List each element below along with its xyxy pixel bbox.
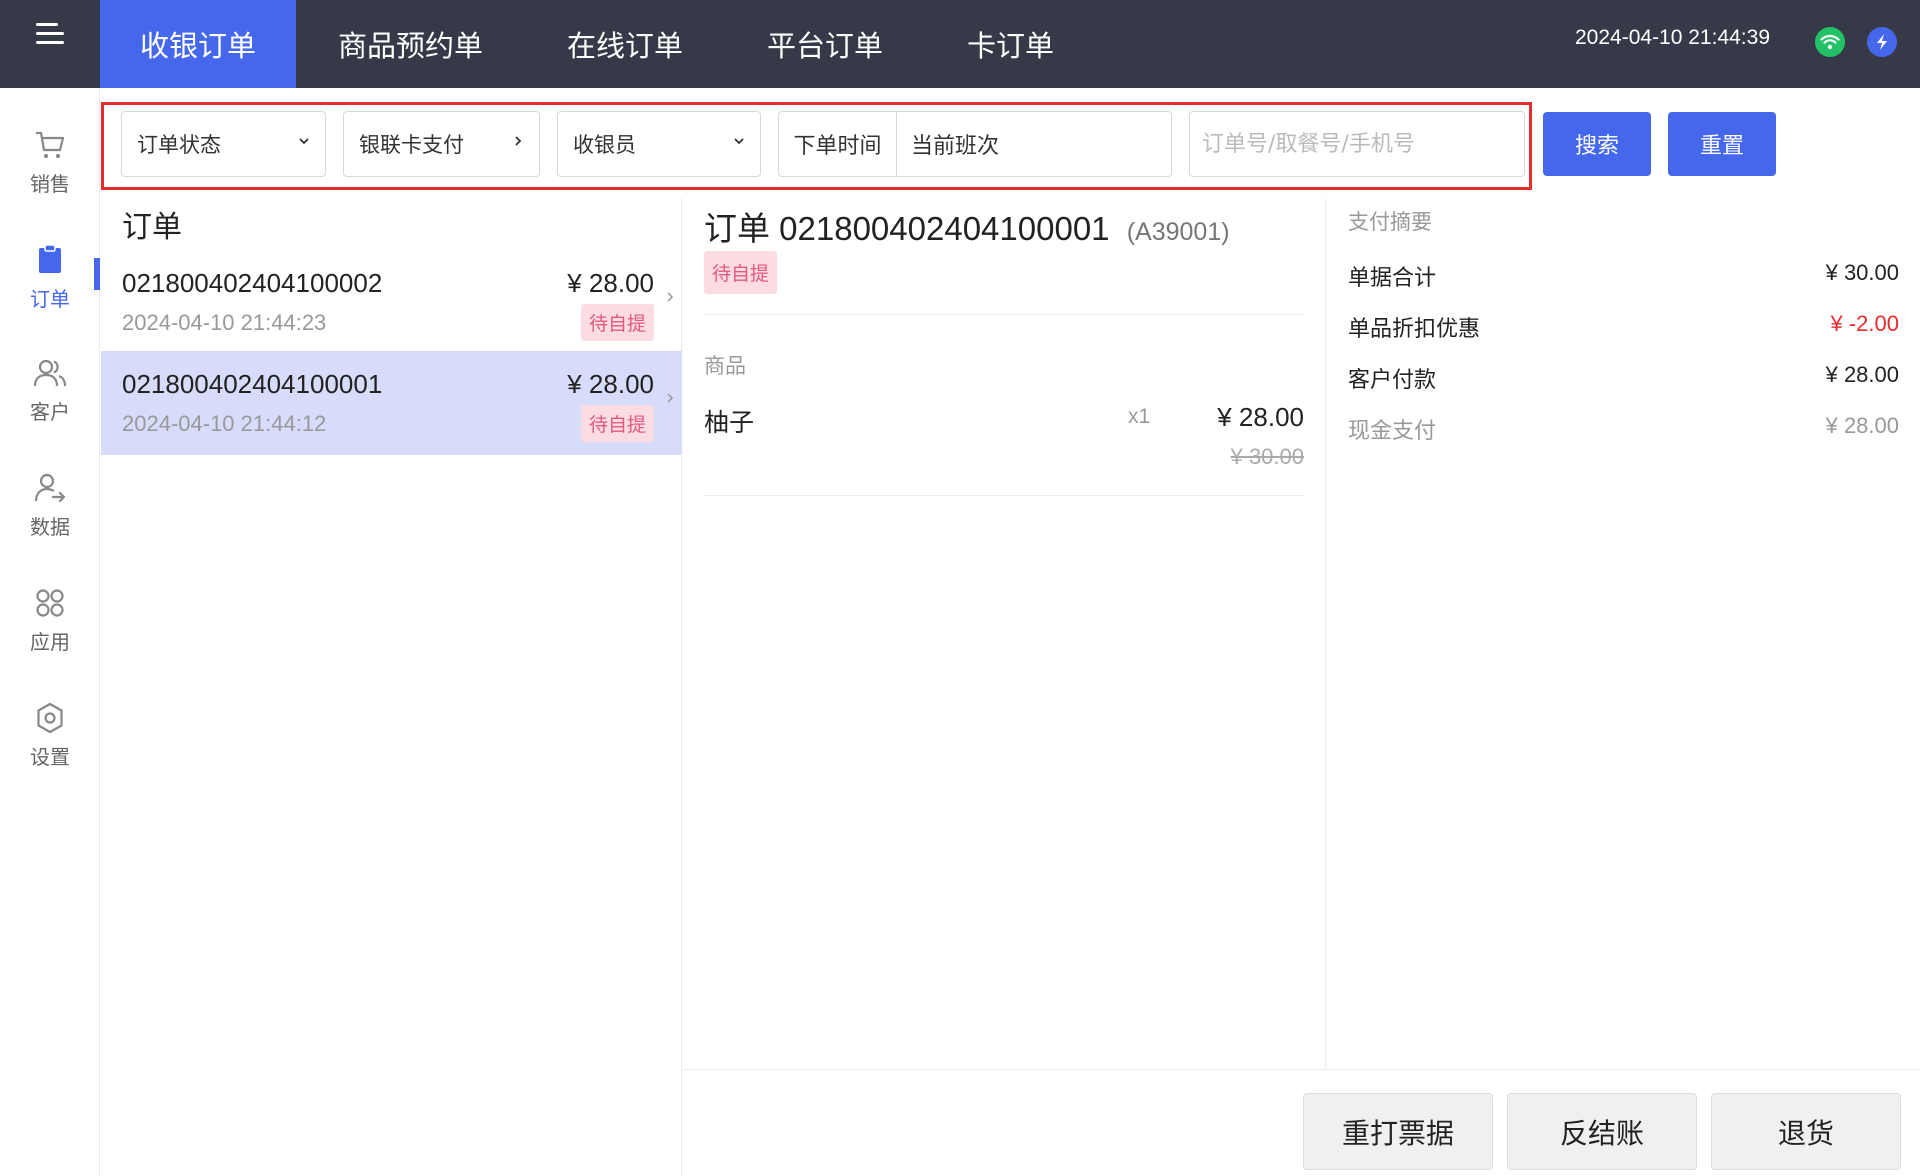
summary-value: ¥ 28.00 <box>1825 413 1899 438</box>
user-arrow-icon <box>34 473 66 503</box>
chevron-right-icon <box>667 393 674 403</box>
sync-icon[interactable] <box>1867 27 1897 57</box>
order-status-select[interactable]: 订单状态 <box>121 111 326 177</box>
order-list-item-selected[interactable]: 021800402404100001 2024-04-10 21:44:12 ¥… <box>101 351 682 455</box>
actions-divider <box>683 1069 1920 1070</box>
summary-title: 支付摘要 <box>1348 210 1432 234</box>
summary-label: 单据合计 <box>1348 266 1437 291</box>
sidebar-item-data[interactable]: 数据 <box>0 471 100 561</box>
detail-order-number: 021800402404100001 <box>779 210 1110 247</box>
current-datetime: 2024-04-10 21:44:39 <box>1575 26 1770 49</box>
order-time: 2024-04-10 21:44:23 <box>122 310 327 335</box>
users-icon <box>33 359 67 387</box>
search-button[interactable]: 搜索 <box>1543 112 1651 176</box>
divider <box>704 495 1305 496</box>
payment-method-label: 银联卡支付 <box>359 133 464 157</box>
reverse-checkout-button[interactable]: 反结账 <box>1507 1093 1697 1170</box>
order-list-panel: 订单 021800402404100002 2024-04-10 21:44:2… <box>101 198 682 1176</box>
order-list-title: 订单 <box>122 210 182 245</box>
sidebar-item-label: 客户 <box>30 400 70 424</box>
chevron-down-icon <box>299 138 309 145</box>
summary-value: ¥ 30.00 <box>1825 260 1899 285</box>
summary-value: ¥ -2.00 <box>1830 311 1900 336</box>
detail-status-badge: 待自提 <box>704 251 778 294</box>
status-badge: 待自提 <box>580 405 654 442</box>
sidebar-item-label: 设置 <box>30 745 70 769</box>
order-time-value: 当前班次 <box>911 134 1000 159</box>
chevron-right-icon <box>667 292 674 302</box>
top-bar: 收银订单 商品预约单 在线订单 平台订单 卡订单 2024-04-10 21:4… <box>0 0 1920 88</box>
tab-platform-orders[interactable]: 平台订单 <box>725 0 925 88</box>
cashier-label: 收银员 <box>573 133 636 157</box>
order-detail-panel: 订单 021800402404100001 (A39001) 待自提 商品 柚子… <box>683 198 1326 1068</box>
order-status-label: 订单状态 <box>137 133 221 157</box>
sidebar-item-sales[interactable]: 销售 <box>0 128 100 218</box>
order-amount: ¥ 28.00 <box>567 268 654 298</box>
sidebar: 销售 订单 客户 数据 应用 设置 <box>0 88 100 1176</box>
goods-item-qty: x1 <box>1128 405 1151 428</box>
order-time: 2024-04-10 21:44:12 <box>122 411 327 436</box>
reset-button[interactable]: 重置 <box>1668 112 1776 176</box>
gear-icon <box>37 702 63 734</box>
goods-section-label: 商品 <box>704 354 746 378</box>
wifi-icon <box>1815 27 1845 57</box>
sidebar-item-orders[interactable]: 订单 <box>0 243 100 333</box>
summary-label: 现金支付 <box>1348 419 1437 444</box>
order-time-select[interactable]: 下单时间 当前班次 <box>778 111 1172 177</box>
sidebar-item-label: 应用 <box>30 630 70 654</box>
goods-item-name: 柚子 <box>704 408 755 437</box>
payment-method-select[interactable]: 银联卡支付 <box>343 111 540 177</box>
summary-row-total: 单据合计 ¥ 30.00 <box>1348 260 1899 291</box>
tab-reservation-orders[interactable]: 商品预约单 <box>296 0 525 88</box>
order-amount: ¥ 28.00 <box>567 369 654 399</box>
sidebar-item-label: 订单 <box>30 287 70 311</box>
summary-row-customer-paid: 客户付款 ¥ 28.00 <box>1348 362 1899 393</box>
order-number: 021800402404100001 <box>122 369 383 399</box>
reprint-receipt-button[interactable]: 重打票据 <box>1303 1093 1493 1170</box>
menu-button[interactable] <box>0 0 100 88</box>
order-number: 021800402404100002 <box>122 268 383 298</box>
sidebar-item-customers[interactable]: 客户 <box>0 356 100 446</box>
order-list-item[interactable]: 021800402404100002 2024-04-10 21:44:23 ¥… <box>101 250 682 354</box>
chevron-down-icon <box>734 138 744 145</box>
chevron-right-icon <box>515 136 522 146</box>
detail-title: 订单 021800402404100001 (A39001) <box>704 202 1230 250</box>
tab-online-orders[interactable]: 在线订单 <box>525 0 725 88</box>
goods-item-price: ¥ 28.00 <box>1217 402 1304 432</box>
payment-summary-panel: 支付摘要 单据合计 ¥ 30.00 单品折扣优惠 ¥ -2.00 客户付款 ¥ … <box>1327 198 1920 1068</box>
sidebar-item-label: 销售 <box>30 172 70 196</box>
tab-cashier-orders[interactable]: 收银订单 <box>100 0 296 88</box>
apps-icon <box>36 589 64 617</box>
summary-row-discount: 单品折扣优惠 ¥ -2.00 <box>1348 311 1900 342</box>
detail-title-prefix: 订单 <box>704 210 770 247</box>
summary-label: 客户付款 <box>1348 368 1437 393</box>
refund-button[interactable]: 退货 <box>1711 1093 1901 1170</box>
summary-value: ¥ 28.00 <box>1825 362 1899 387</box>
order-type-tabs: 收银订单 商品预约单 在线订单 平台订单 卡订单 <box>100 0 1096 88</box>
order-time-label: 下单时间 <box>779 112 897 176</box>
menu-icon <box>36 23 64 45</box>
cashier-select[interactable]: 收银员 <box>557 111 761 177</box>
sidebar-item-apps[interactable]: 应用 <box>0 586 100 676</box>
sidebar-item-settings[interactable]: 设置 <box>0 701 100 791</box>
cart-icon <box>36 131 65 158</box>
summary-row-cash: 现金支付 ¥ 28.00 <box>1348 413 1899 444</box>
active-indicator <box>94 258 100 290</box>
pickup-code: (A39001) <box>1126 218 1230 246</box>
sidebar-item-label: 数据 <box>30 515 70 539</box>
goods-item-original-price: ¥ 30.00 <box>1230 444 1304 469</box>
summary-label: 单品折扣优惠 <box>1348 317 1481 342</box>
status-badge: 待自提 <box>580 304 654 341</box>
clipboard-icon <box>39 244 61 273</box>
search-input[interactable] <box>1189 111 1525 177</box>
tab-card-orders[interactable]: 卡订单 <box>925 0 1096 88</box>
divider <box>704 314 1305 315</box>
